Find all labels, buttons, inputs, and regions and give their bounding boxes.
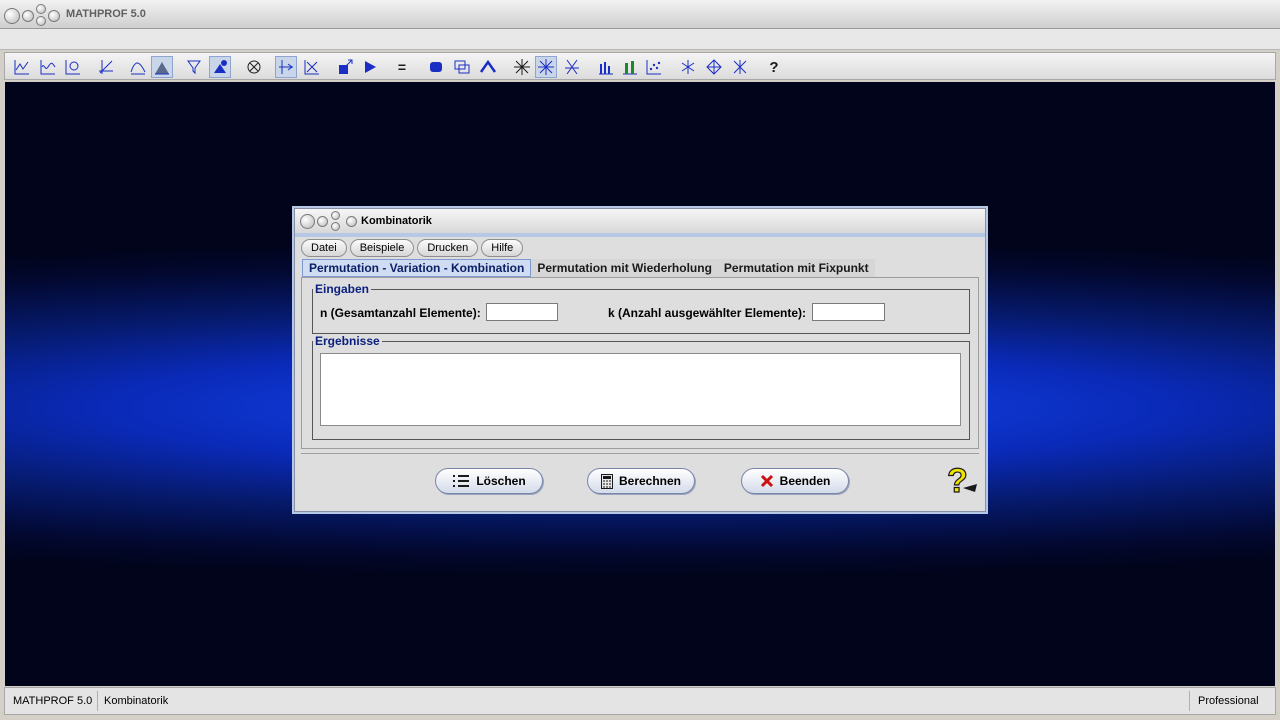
svg-text:?: ?	[947, 462, 968, 498]
status-bar: MATHPROF 5.0 Kombinatorik Professional	[4, 687, 1276, 715]
results-textbox[interactable]	[320, 353, 961, 426]
dialog-accent-line	[295, 233, 985, 237]
plot-multi-icon[interactable]	[37, 56, 59, 78]
app-title: MATHPROF 5.0	[66, 8, 146, 20]
dialog-button-bar: Löschen Berechnen Beenden ?	[301, 453, 979, 506]
plot-peak-icon[interactable]	[127, 56, 149, 78]
menu-hilfe[interactable]: Hilfe	[481, 239, 524, 257]
grid-star-icon[interactable]	[535, 56, 557, 78]
dialog-minimize-button[interactable]	[317, 216, 328, 227]
loeschen-button[interactable]: Löschen	[435, 468, 543, 494]
close-x-icon	[760, 474, 773, 488]
beenden-button-label: Beenden	[779, 474, 831, 488]
berechnen-button-label: Berechnen	[618, 474, 682, 488]
tab-permutation-mit-wiederholung[interactable]: Permutation mit Wiederholung	[531, 259, 718, 277]
dialog-title: Kombinatorik	[361, 215, 432, 227]
dialog-close-button[interactable]	[300, 214, 315, 229]
menu-beispiele[interactable]: Beispiele	[349, 239, 415, 257]
k-input[interactable]	[812, 303, 885, 321]
asterisk-icon[interactable]	[677, 56, 699, 78]
dialog-menubar: Datei Beispiele Drucken Hilfe	[301, 239, 524, 257]
close-window-button[interactable]	[4, 8, 20, 24]
results-group-title: Ergebnisse	[315, 334, 380, 348]
tool-active-icon[interactable]	[209, 56, 231, 78]
window-controls	[4, 4, 60, 26]
arrow-axes-icon[interactable]	[275, 56, 297, 78]
plot-param-icon[interactable]	[62, 56, 84, 78]
status-module: Kombinatorik	[104, 695, 169, 707]
app-menubar	[0, 29, 1280, 50]
tab-panel: Eingaben n (Gesamtanzahl Elemente): k (A…	[301, 277, 979, 449]
system-menu-button[interactable]	[48, 10, 60, 22]
menu-drucken[interactable]: Drucken	[417, 239, 479, 257]
dialog-maximize-button[interactable]	[331, 211, 340, 220]
minimize-window-button[interactable]	[22, 10, 34, 22]
dialog-system-button[interactable]	[346, 216, 357, 227]
n-input[interactable]	[486, 303, 558, 321]
cross-circle-icon[interactable]	[243, 56, 265, 78]
app-titlebar: MATHPROF 5.0	[0, 0, 1280, 29]
star-axes-icon[interactable]	[301, 56, 323, 78]
bars-icon[interactable]	[595, 56, 617, 78]
plot-curve-icon[interactable]	[11, 56, 33, 78]
tab-permutation-mit-fixpunkt[interactable]: Permutation mit Fixpunkt	[717, 259, 875, 277]
maximize-window-button[interactable]	[36, 4, 46, 14]
status-separator	[97, 691, 98, 711]
help-question-icon[interactable]: ?	[945, 462, 979, 498]
beenden-button[interactable]: Beenden	[741, 468, 849, 494]
status-edition: Professional	[1198, 695, 1259, 707]
play-icon[interactable]	[359, 56, 381, 78]
dialog-tabs: Permutation - Variation - Kombination Pe…	[302, 259, 875, 277]
plot-axes-icon[interactable]	[95, 56, 117, 78]
house-icon[interactable]	[477, 56, 499, 78]
diamond-icon[interactable]	[703, 56, 725, 78]
restore-window-button[interactable]	[36, 16, 46, 26]
k-label: k (Anzahl ausgewählter Elemente):	[608, 306, 807, 320]
main-toolbar: = ?	[4, 52, 1276, 80]
layers-icon[interactable]	[451, 56, 473, 78]
question-icon[interactable]: ?	[763, 56, 785, 78]
block-icon[interactable]	[425, 56, 447, 78]
berechnen-button[interactable]: Berechnen	[587, 468, 695, 494]
bars-green-icon[interactable]	[619, 56, 641, 78]
calculator-icon	[600, 473, 613, 489]
dialog-titlebar: Kombinatorik	[295, 209, 985, 234]
status-separator	[1189, 691, 1190, 711]
status-app-name: MATHPROF 5.0	[13, 695, 93, 707]
equals-icon[interactable]: =	[391, 56, 413, 78]
tab-permutation-variation-kombination[interactable]: Permutation - Variation - Kombination	[302, 259, 532, 277]
plot-area-icon[interactable]	[151, 56, 173, 78]
spark-icon[interactable]	[511, 56, 533, 78]
inputs-group-title: Eingaben	[315, 282, 370, 296]
sparkle-icon[interactable]	[729, 56, 751, 78]
clear-list-icon	[453, 475, 470, 487]
n-label: n (Gesamtanzahl Elemente):	[320, 306, 481, 320]
kombinatorik-dialog: Kombinatorik Datei Beispiele Drucken Hil…	[294, 208, 986, 512]
funnel-icon[interactable]	[183, 56, 205, 78]
scatter-icon[interactable]	[643, 56, 665, 78]
export-icon[interactable]	[335, 56, 357, 78]
dialog-restore-button[interactable]	[331, 222, 340, 231]
menu-datei[interactable]: Datei	[301, 239, 347, 257]
tilt-star-icon[interactable]	[561, 56, 583, 78]
loeschen-button-label: Löschen	[476, 474, 526, 488]
